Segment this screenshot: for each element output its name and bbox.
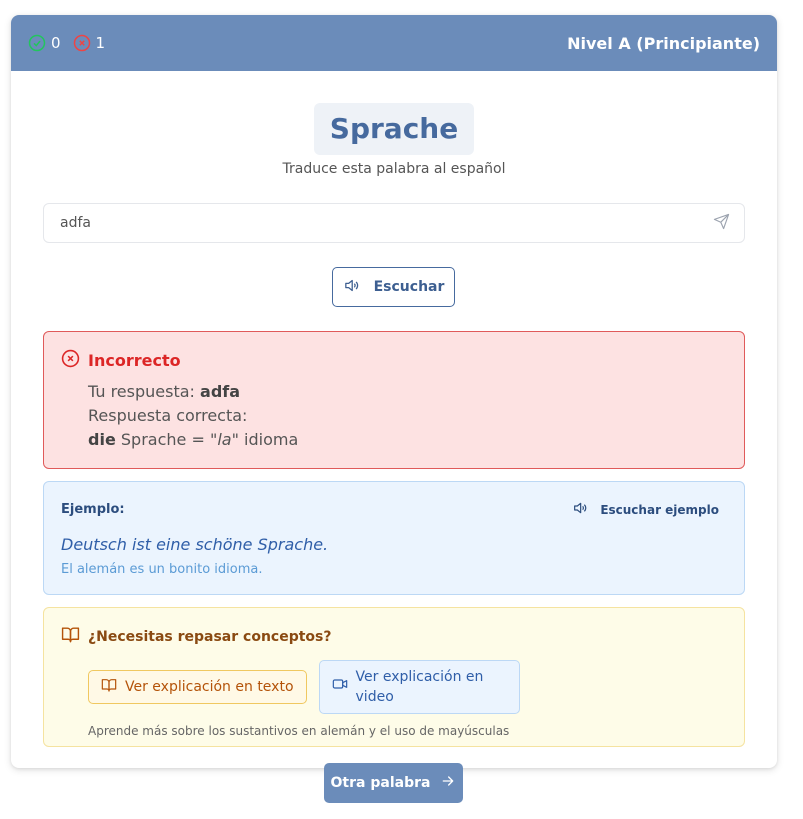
video-icon xyxy=(332,676,348,698)
speaker-icon xyxy=(572,500,588,519)
es-article: "la" xyxy=(209,430,239,449)
x-circle-icon xyxy=(61,349,80,372)
video-explanation-button[interactable]: Ver explicación en video xyxy=(318,660,520,714)
level-label: Nivel A (Principiante) xyxy=(567,33,760,53)
book-icon xyxy=(61,625,80,648)
correct-answer-line: die Sprache = "la" idioma xyxy=(88,428,727,452)
listen-example-button[interactable]: Escuchar ejemplo xyxy=(572,500,719,519)
your-answer-line: Tu respuesta: adfa xyxy=(88,382,241,401)
noun: Sprache = xyxy=(120,430,205,449)
answer-field[interactable] xyxy=(43,203,745,243)
feedback-title: Incorrecto xyxy=(88,351,181,370)
next-label: Otra palabra xyxy=(330,775,431,791)
arrow-right-icon xyxy=(440,773,456,793)
example-sentence-de: Deutsch ist eine schöne Sprache. xyxy=(61,535,329,554)
answer-input[interactable] xyxy=(60,215,713,231)
text-explanation-button[interactable]: Ver explicación en texto xyxy=(88,670,307,704)
feedback-incorrect: Incorrecto Tu respuesta: adfa Respuesta … xyxy=(43,331,745,469)
next-word-button[interactable]: Otra palabra xyxy=(324,763,463,803)
wrong-score: 1 xyxy=(73,34,106,52)
send-icon[interactable] xyxy=(713,213,730,234)
correct-count: 0 xyxy=(51,34,61,52)
your-answer-value: adfa xyxy=(200,382,241,401)
es-word: idioma xyxy=(244,430,299,449)
listen-label: Escuchar xyxy=(373,279,445,295)
example-panel: Ejemplo: Escuchar ejemplo Deutsch ist ei… xyxy=(43,481,745,595)
article: die xyxy=(88,430,116,449)
example-sentence-es: El alemán es un bonito idioma. xyxy=(61,562,263,577)
check-circle-icon xyxy=(28,34,46,52)
correct-answer-label: Respuesta correcta: xyxy=(88,406,248,425)
review-note: Aprende más sobre los sustantivos en ale… xyxy=(88,724,510,738)
header-bar: 0 1 Nivel A (Principiante) xyxy=(11,15,777,71)
instruction-text: Traduce esta palabra al español xyxy=(282,161,506,177)
target-word: Sprache xyxy=(313,103,475,155)
listen-button[interactable]: Escuchar xyxy=(332,267,455,307)
x-circle-icon xyxy=(73,34,91,52)
review-panel: ¿Necesitas repasar conceptos? Ver explic… xyxy=(43,607,745,747)
score-counter: 0 1 xyxy=(28,34,113,52)
example-label: Ejemplo: xyxy=(61,502,125,517)
review-title: ¿Necesitas repasar conceptos? xyxy=(88,628,332,645)
book-icon xyxy=(101,677,117,697)
correct-score: 0 xyxy=(28,34,61,52)
wrong-count: 1 xyxy=(95,34,106,52)
speaker-icon xyxy=(343,277,360,298)
quiz-card: 0 1 Nivel A (Principiante) Sprache Tradu… xyxy=(11,15,777,768)
